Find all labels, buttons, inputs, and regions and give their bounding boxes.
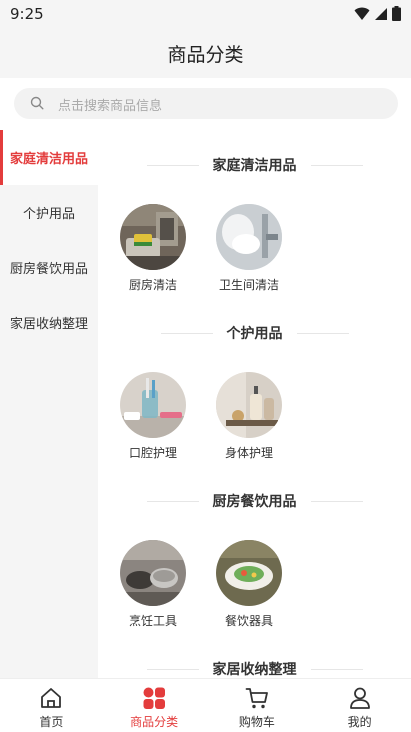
product-label: 烹饪工具: [128, 614, 177, 628]
search-input[interactable]: 点击搜索商品信息: [14, 88, 398, 119]
product-label: 餐饮器具: [224, 614, 273, 628]
product-label: 身体护理: [224, 446, 273, 460]
cart-icon: [245, 688, 268, 709]
divider: [146, 164, 199, 166]
section-title: 家居收纳整理: [212, 662, 297, 678]
tab-label: 商品分类: [130, 715, 179, 729]
search-area: 点击搜索商品信息: [0, 78, 411, 130]
section-header: 个护用品: [98, 318, 411, 348]
user-icon: [349, 687, 370, 709]
section-header: 厨房餐饮用品: [98, 486, 411, 516]
search-placeholder: 点击搜索商品信息: [58, 99, 163, 114]
divider: [296, 332, 349, 334]
page-title: 商品分类: [167, 44, 244, 66]
section-title: 个护用品: [226, 326, 283, 342]
tab-profile[interactable]: 我的: [308, 679, 411, 732]
section-header: 家庭清洁用品: [98, 150, 411, 180]
divider: [310, 668, 363, 670]
product-image: [216, 372, 282, 438]
product-image: [120, 372, 186, 438]
product-image: [120, 204, 186, 270]
product-body-care[interactable]: 身体护理: [204, 372, 294, 461]
sidebar-item-label: 家居收纳整理: [9, 317, 88, 332]
product-cooking-tools[interactable]: 烹饪工具: [108, 540, 198, 629]
tab-label: 我的: [347, 715, 372, 729]
divider: [146, 500, 199, 502]
sidebar-item-label: 家庭清洁用品: [9, 152, 88, 167]
product-oral-care[interactable]: 口腔护理: [108, 372, 198, 461]
category-content: 家庭清洁用品 厨房清洁 卫生间清洁 个护用品 口腔护理 身体护理 厨房餐饮用品 …: [98, 130, 411, 678]
product-image: [120, 540, 186, 606]
product-image: [216, 204, 282, 270]
signal-icon: [375, 7, 387, 20]
status-icons: [354, 6, 401, 21]
battery-icon: [392, 6, 401, 21]
bottom-tab-bar: 首页 商品分类 购物车 我的: [0, 678, 411, 732]
divider: [310, 164, 363, 166]
divider: [310, 500, 363, 502]
wifi-icon: [354, 7, 370, 20]
nav-header: 商品分类: [0, 28, 411, 78]
tab-category[interactable]: 商品分类: [103, 679, 206, 732]
divider: [160, 332, 213, 334]
product-label: 卫生间清洁: [218, 278, 279, 292]
product-label: 厨房清洁: [128, 278, 177, 292]
tab-label: 首页: [39, 715, 64, 729]
category-sidebar: 家庭清洁用品 个护用品 厨房餐饮用品 家居收纳整理: [0, 130, 98, 678]
section-title: 厨房餐饮用品: [212, 494, 297, 510]
product-label: 口腔护理: [128, 446, 177, 460]
sidebar-item-label: 个护用品: [22, 207, 75, 222]
tab-label: 购物车: [238, 715, 275, 729]
product-image: [216, 540, 282, 606]
sidebar-item-personal-care[interactable]: 个护用品: [0, 185, 98, 240]
home-icon: [41, 688, 62, 708]
category-icon: [143, 687, 166, 709]
status-time: 9:25: [10, 5, 44, 23]
tab-home[interactable]: 首页: [0, 679, 103, 732]
sidebar-item-home-cleaning[interactable]: 家庭清洁用品: [0, 130, 98, 185]
product-kitchen-cleaning[interactable]: 厨房清洁: [108, 204, 198, 293]
section-header: 家居收纳整理: [98, 654, 411, 678]
sidebar-item-label: 厨房餐饮用品: [9, 262, 88, 277]
product-bathroom-cleaning[interactable]: 卫生间清洁: [204, 204, 294, 293]
status-bar: 9:25: [0, 0, 411, 28]
product-dining-ware[interactable]: 餐饮器具: [204, 540, 294, 629]
section-title: 家庭清洁用品: [212, 158, 297, 174]
divider: [146, 668, 199, 670]
sidebar-item-kitchen-dining[interactable]: 厨房餐饮用品: [0, 240, 98, 295]
search-icon: [30, 96, 44, 110]
tab-cart[interactable]: 购物车: [206, 679, 309, 732]
sidebar-item-home-storage[interactable]: 家居收纳整理: [0, 295, 98, 350]
